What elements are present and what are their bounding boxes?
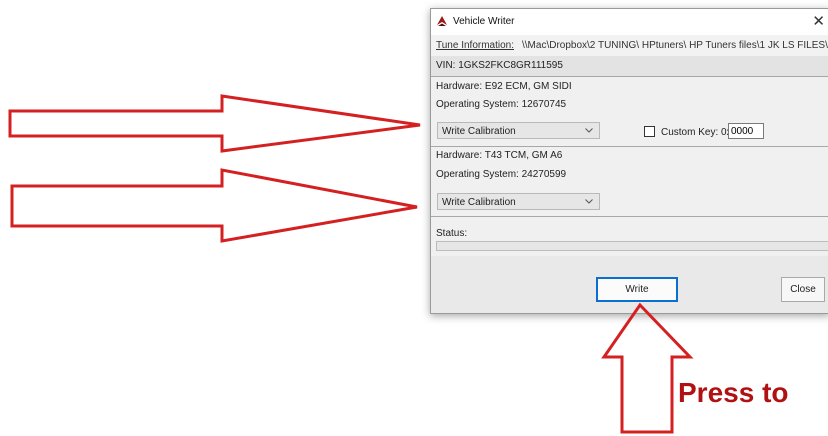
annotation-overlay [8, 94, 694, 434]
up-arrow-icon [601, 302, 694, 434]
right-arrow-icon [8, 94, 421, 153]
right-arrow-icon [10, 168, 418, 243]
press-to-callout: Press to [678, 377, 789, 408]
